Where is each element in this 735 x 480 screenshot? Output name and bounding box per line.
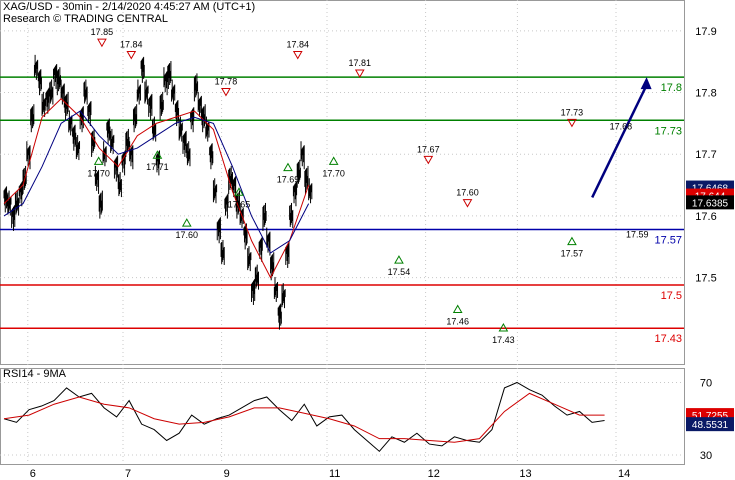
time-axis-tick: 9 bbox=[224, 468, 230, 480]
rsi-ma-line bbox=[3, 392, 605, 443]
marker-label: 17.70 bbox=[87, 168, 110, 178]
level-label: 17.57 bbox=[654, 235, 682, 247]
level-label: 17.43 bbox=[654, 333, 682, 345]
support-marker bbox=[283, 162, 293, 172]
ma-fast-line bbox=[3, 98, 310, 279]
marker-label: 17.70 bbox=[322, 168, 345, 178]
marker-label: 17.46 bbox=[446, 316, 469, 326]
time-axis-tick: 11 bbox=[329, 468, 340, 480]
marker-label: 17.43 bbox=[492, 335, 515, 345]
marker-label: 17.65 bbox=[228, 199, 251, 209]
level-note: 17.59 bbox=[626, 230, 649, 240]
support-marker bbox=[328, 156, 339, 165]
projection-arrow-shaft bbox=[591, 84, 648, 198]
marker-label: 17.69 bbox=[277, 175, 300, 185]
rsi-axis-tick: 70 bbox=[700, 377, 712, 389]
rsi-tag: 48.5531 bbox=[692, 420, 729, 431]
price-axis-tick: 17.7 bbox=[695, 149, 716, 161]
chart-title: XAG/USD - 30min - 2/14/2020 4:45:27 AM (… bbox=[3, 1, 256, 13]
marker-label: 17.57 bbox=[561, 249, 584, 259]
price-axis-tick: 17.9 bbox=[695, 26, 716, 38]
chart-window: 17.9 17.8 17.7 17.6 17.5 6 7 9 11 12 13 14 17.8 17.73… bbox=[0, 0, 735, 480]
ma-slow-line bbox=[3, 110, 310, 254]
support-marker bbox=[567, 236, 577, 246]
marker-label: 17.60 bbox=[176, 230, 199, 240]
marker-label: 17.84 bbox=[120, 40, 143, 50]
marker-label: 17.84 bbox=[286, 40, 309, 50]
marker-label: 17.73 bbox=[561, 107, 584, 117]
resistance-marker bbox=[292, 51, 303, 60]
marker-label: 17.81 bbox=[349, 58, 372, 68]
price-axis-tick: 17.8 bbox=[695, 88, 716, 100]
resistance-marker bbox=[97, 38, 107, 48]
level-label: 17.73 bbox=[654, 125, 682, 137]
time-axis-tick: 6 bbox=[30, 468, 36, 480]
chart-source: Research © TRADING CENTRAL bbox=[3, 13, 168, 25]
marker-label: 17.71 bbox=[146, 162, 169, 172]
price-panel-frame bbox=[0, 0, 685, 365]
time-axis-tick: 13 bbox=[519, 468, 531, 480]
marker-label: 17.78 bbox=[215, 77, 238, 87]
price-tag: 17.6385 bbox=[692, 198, 729, 209]
level-label: 17.8 bbox=[661, 82, 682, 94]
marker-label: 17.67 bbox=[417, 144, 440, 154]
level-label: 17.5 bbox=[661, 290, 682, 302]
chart-canvas[interactable]: 17.9 17.8 17.7 17.6 17.5 6 7 9 11 12 13 14 17.8 17.73… bbox=[0, 0, 735, 480]
resistance-marker bbox=[354, 69, 365, 79]
time-axis-tick: 12 bbox=[428, 468, 440, 480]
resistance-marker bbox=[126, 51, 137, 60]
marker-label: 17.60 bbox=[456, 188, 479, 198]
rsi-title: RSI14 - 9MA bbox=[3, 368, 66, 380]
projection-arrow-head bbox=[640, 77, 652, 90]
marker-label: 17.54 bbox=[388, 267, 411, 277]
price-axis-tick: 17.5 bbox=[695, 273, 716, 285]
resistance-marker bbox=[462, 199, 473, 208]
support-marker bbox=[394, 255, 404, 264]
price-axis-tick: 17.6 bbox=[695, 211, 716, 223]
level-note: 17.68 bbox=[610, 122, 633, 132]
rsi-line bbox=[3, 381, 605, 453]
rsi-axis-tick: 30 bbox=[700, 450, 712, 462]
time-axis-tick: 14 bbox=[618, 468, 630, 480]
resistance-marker bbox=[423, 155, 434, 165]
support-marker bbox=[181, 218, 192, 227]
support-marker bbox=[452, 304, 463, 313]
marker-label: 17.85 bbox=[91, 27, 114, 37]
time-axis-tick: 7 bbox=[125, 468, 131, 480]
support-marker bbox=[93, 156, 104, 165]
